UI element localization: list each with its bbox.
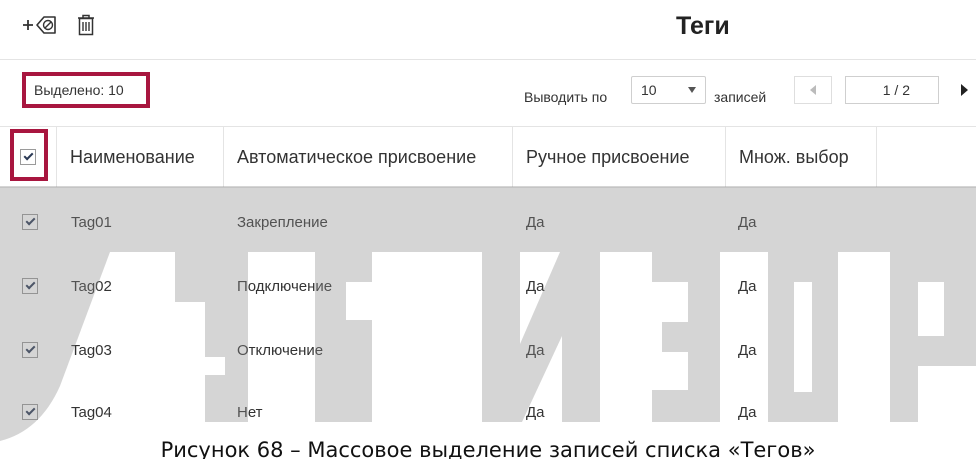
check-icon bbox=[25, 405, 35, 416]
chevron-right-icon bbox=[960, 84, 968, 96]
next-page-button[interactable] bbox=[952, 76, 976, 104]
toolbar: Теги bbox=[0, 0, 976, 60]
row-multi: Да bbox=[738, 277, 757, 295]
row-name: Tag04 bbox=[71, 403, 112, 421]
row-auto: Подключение bbox=[237, 277, 333, 295]
column-header-name[interactable]: Наименование bbox=[57, 127, 224, 187]
column-header-multi[interactable]: Множ. выбор bbox=[726, 127, 877, 187]
row-checkbox[interactable] bbox=[22, 278, 38, 294]
row-auto: Нет bbox=[237, 403, 263, 421]
row-checkbox[interactable] bbox=[22, 404, 38, 420]
delete-button[interactable] bbox=[74, 10, 98, 40]
per-page-select[interactable]: 10 bbox=[631, 76, 706, 104]
row-multi: Да bbox=[738, 403, 757, 421]
table-row[interactable]: Tag03 Отключение Да Да bbox=[0, 318, 976, 382]
records-label: записей bbox=[714, 89, 767, 105]
figure-caption: Рисунок 68 – Массовое выделение записей … bbox=[160, 438, 816, 459]
row-manual: Да bbox=[526, 341, 545, 359]
check-icon bbox=[25, 279, 35, 290]
row-name: Tag03 bbox=[71, 341, 112, 359]
add-tag-icon bbox=[23, 16, 56, 34]
chevron-down-icon bbox=[688, 87, 696, 93]
check-icon bbox=[25, 215, 35, 226]
select-all-highlight bbox=[10, 129, 48, 181]
row-checkbox[interactable] bbox=[22, 214, 38, 230]
per-page-value: 10 bbox=[641, 82, 657, 98]
row-name: Tag02 bbox=[71, 277, 112, 295]
row-auto: Отключение bbox=[237, 341, 324, 359]
table-row[interactable]: Tag04 Нет Да Да bbox=[0, 380, 976, 444]
page-indicator[interactable]: 1 / 2 bbox=[845, 76, 939, 104]
row-auto: Закрепление bbox=[237, 213, 328, 231]
column-header-auto[interactable]: Автоматическое присвоение bbox=[224, 127, 513, 187]
prev-page-button[interactable] bbox=[794, 76, 832, 104]
row-checkbox[interactable] bbox=[22, 342, 38, 358]
table-header: Наименование Автоматическое присвоение Р… bbox=[0, 126, 976, 188]
selection-count: Выделено: 10 bbox=[22, 72, 150, 108]
trash-icon bbox=[78, 14, 94, 36]
chevron-left-icon bbox=[810, 85, 816, 95]
row-manual: Да bbox=[526, 213, 545, 231]
row-manual: Да bbox=[526, 403, 545, 421]
check-icon bbox=[25, 343, 35, 354]
row-multi: Да bbox=[738, 213, 757, 231]
add-tag-button[interactable] bbox=[20, 10, 62, 40]
table-row[interactable]: Tag02 Подключение Да Да bbox=[0, 254, 976, 318]
table-row[interactable]: Tag01 Закрепление Да Да bbox=[0, 190, 976, 254]
row-multi: Да bbox=[738, 341, 757, 359]
column-header-manual[interactable]: Ручное присвоение bbox=[513, 127, 726, 187]
per-page-label: Выводить по bbox=[524, 89, 608, 105]
row-name: Tag01 bbox=[71, 213, 112, 231]
row-manual: Да bbox=[526, 277, 545, 295]
page-title: Теги bbox=[676, 12, 730, 40]
